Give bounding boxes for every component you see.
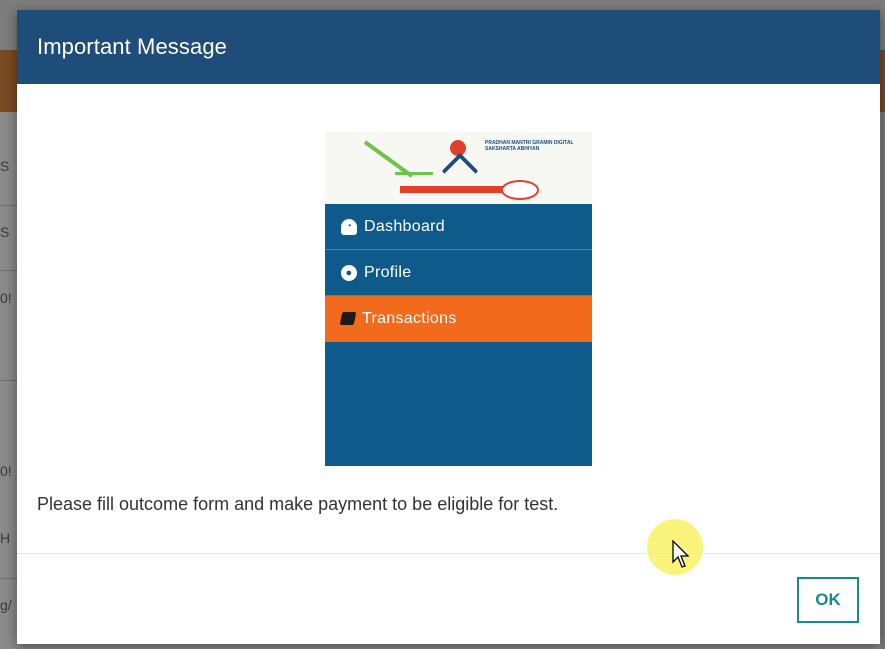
nav-item-label: Transactions <box>362 309 457 327</box>
profile-icon: ● <box>341 264 357 281</box>
nav-item-dashboard: ◔ Dashboard <box>325 204 592 250</box>
background-row-divider <box>0 578 18 579</box>
nav-item-label: Dashboard <box>364 217 445 235</box>
important-message-modal: Important Message PRADHAN MANTRI GRAMIN … <box>17 10 880 644</box>
mouse-cursor-icon <box>672 540 690 568</box>
pmgdisha-logo: PRADHAN MANTRI GRAMIN DIGITAL SAKSHARTA … <box>325 132 592 204</box>
ok-button[interactable]: OK <box>797 577 859 623</box>
book-icon <box>339 312 357 325</box>
modal-title: Important Message <box>37 34 228 59</box>
background-row-text: 0! <box>0 463 12 479</box>
background-row-divider <box>0 270 18 271</box>
modal-message: Please fill outcome form and make paymen… <box>37 494 559 514</box>
logo-text: PRADHAN MANTRI GRAMIN DIGITAL SAKSHARTA … <box>485 140 574 152</box>
footer-divider <box>17 553 880 554</box>
background-row-text: S <box>0 158 10 174</box>
background-row-text: g/ <box>0 597 12 613</box>
nav-item-label: Profile <box>364 263 412 281</box>
background-row-text: 0! <box>0 290 12 306</box>
background-row-text: H <box>0 530 11 546</box>
nav-item-profile: ● Profile <box>325 250 592 296</box>
background-row-divider <box>0 380 18 381</box>
embedded-screenshot: PRADHAN MANTRI GRAMIN DIGITAL SAKSHARTA … <box>325 132 592 466</box>
modal-header: Important Message <box>17 10 880 84</box>
dashboard-icon: ◔ <box>341 218 357 235</box>
background-row-text: S <box>0 224 10 240</box>
background-row-divider <box>0 205 18 206</box>
background-right-edge <box>881 112 885 649</box>
nav-item-transactions: Transactions <box>325 296 592 342</box>
